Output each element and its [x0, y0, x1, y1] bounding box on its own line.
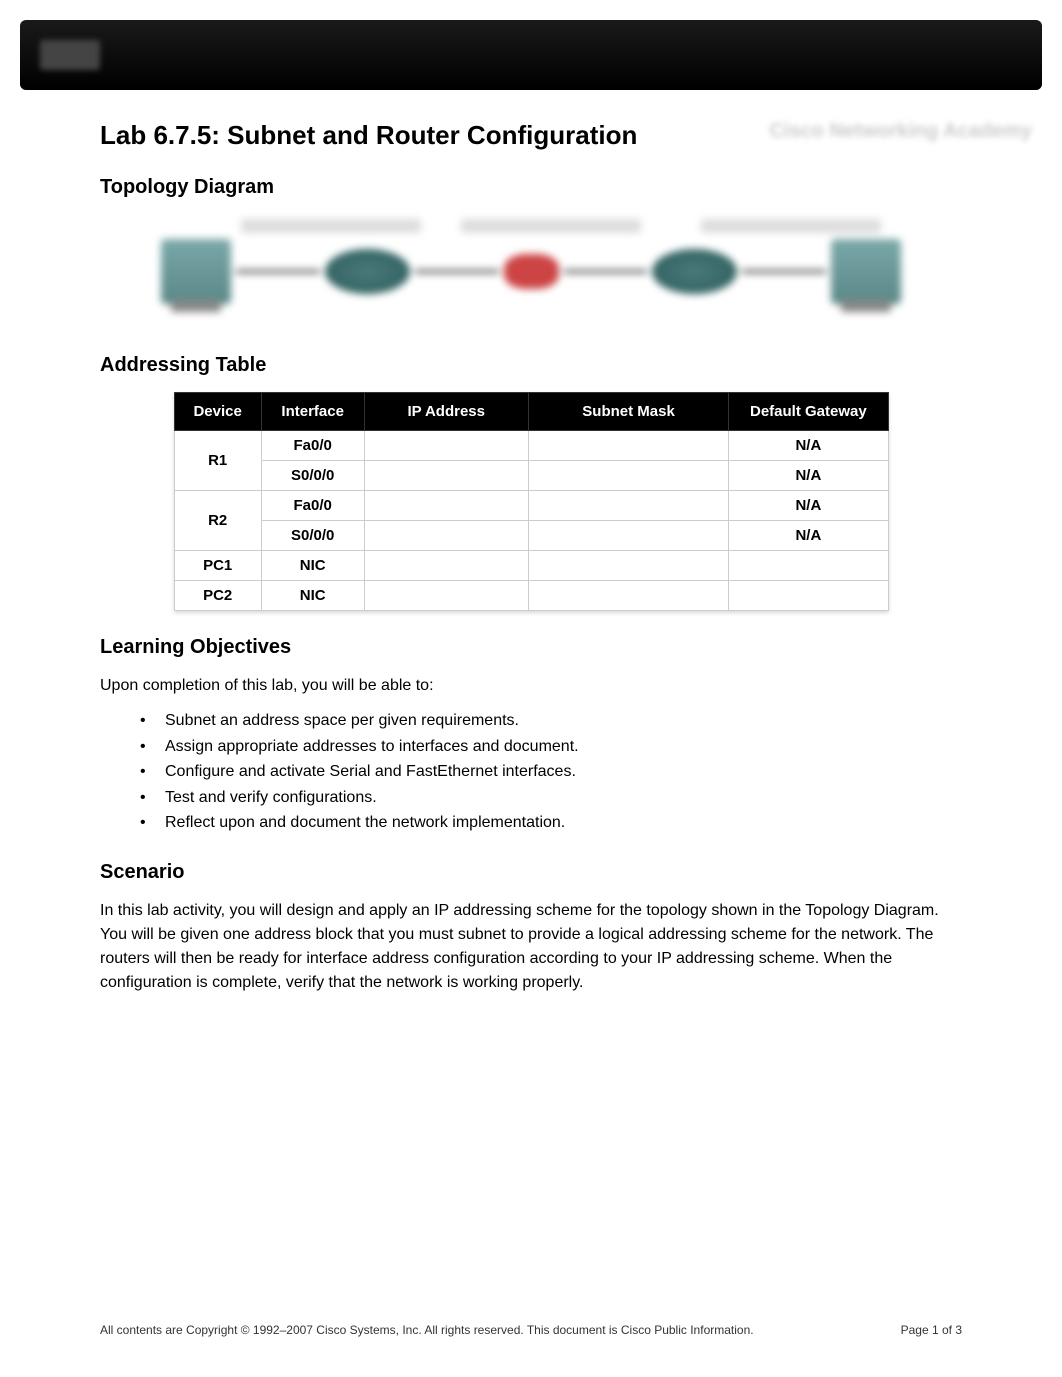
cell-device: R1 — [174, 431, 261, 491]
topology-diagram-container — [100, 214, 962, 329]
col-header-gateway: Default Gateway — [729, 393, 888, 431]
addressing-table: Device Interface IP Address Subnet Mask … — [174, 392, 889, 611]
cell-interface: S0/0/0 — [261, 461, 364, 491]
col-header-ip: IP Address — [364, 393, 528, 431]
cell-interface: NIC — [261, 581, 364, 611]
cell-gateway: N/A — [729, 491, 888, 521]
cell-ip — [364, 431, 528, 461]
cell-interface: Fa0/0 — [261, 491, 364, 521]
footer-copyright: All contents are Copyright © 1992–2007 C… — [100, 1323, 754, 1337]
footer: All contents are Copyright © 1992–2007 C… — [100, 1323, 962, 1337]
addressing-heading: Addressing Table — [100, 354, 962, 377]
objectives-heading: Learning Objectives — [100, 636, 962, 659]
cell-gateway: N/A — [729, 431, 888, 461]
list-item: Configure and activate Serial and FastEt… — [140, 759, 962, 785]
cell-device: PC1 — [174, 551, 261, 581]
col-header-interface: Interface — [261, 393, 364, 431]
cell-mask — [528, 521, 728, 551]
cell-mask — [528, 461, 728, 491]
pc-icon — [831, 239, 901, 304]
pc-icon — [161, 239, 231, 304]
link-line — [415, 270, 499, 273]
cell-device: PC2 — [174, 581, 261, 611]
link-line — [564, 270, 648, 273]
table-header-row: Device Interface IP Address Subnet Mask … — [174, 393, 888, 431]
watermark-text: Cisco Networking Academy — [769, 120, 1032, 143]
cell-ip — [364, 551, 528, 581]
topology-label — [461, 219, 641, 233]
cell-ip — [364, 521, 528, 551]
footer-page-number: Page 1 of 3 — [901, 1323, 962, 1337]
cell-device: R2 — [174, 491, 261, 551]
topology-heading: Topology Diagram — [100, 176, 962, 199]
cell-ip — [364, 491, 528, 521]
table-row: PC2 NIC — [174, 581, 888, 611]
cell-mask — [528, 581, 728, 611]
objectives-intro: Upon completion of this lab, you will be… — [100, 674, 962, 698]
topology-diagram — [161, 224, 901, 319]
cell-mask — [528, 491, 728, 521]
table-row: S0/0/0 N/A — [174, 521, 888, 551]
header-badge — [40, 40, 100, 70]
cell-mask — [528, 431, 728, 461]
cell-mask — [528, 551, 728, 581]
cell-gateway: N/A — [729, 461, 888, 491]
list-item: Subnet an address space per given requir… — [140, 708, 962, 734]
cell-interface: Fa0/0 — [261, 431, 364, 461]
cell-gateway — [729, 581, 888, 611]
link-line — [236, 270, 320, 273]
cell-ip — [364, 581, 528, 611]
table-row: S0/0/0 N/A — [174, 461, 888, 491]
objectives-list: Subnet an address space per given requir… — [100, 708, 962, 836]
list-item: Assign appropriate addresses to interfac… — [140, 734, 962, 760]
header-bar — [20, 20, 1042, 90]
router-icon — [325, 249, 410, 294]
list-item: Reflect upon and document the network im… — [140, 810, 962, 836]
list-item: Test and verify configurations. — [140, 785, 962, 811]
cell-ip — [364, 461, 528, 491]
topology-label — [241, 219, 421, 233]
table-row: R2 Fa0/0 N/A — [174, 491, 888, 521]
cell-gateway: N/A — [729, 521, 888, 551]
cell-interface: NIC — [261, 551, 364, 581]
router-icon — [652, 249, 737, 294]
document-page: Cisco Networking Academy Lab 6.7.5: Subn… — [0, 0, 1062, 1377]
content-area: Lab 6.7.5: Subnet and Router Configurati… — [20, 120, 1042, 995]
scenario-heading: Scenario — [100, 861, 962, 884]
topology-label — [701, 219, 881, 233]
table-row: PC1 NIC — [174, 551, 888, 581]
link-line — [742, 270, 826, 273]
cell-gateway — [729, 551, 888, 581]
col-header-mask: Subnet Mask — [528, 393, 728, 431]
col-header-device: Device — [174, 393, 261, 431]
cloud-icon — [504, 254, 559, 289]
scenario-text: In this lab activity, you will design an… — [100, 899, 962, 995]
table-row: R1 Fa0/0 N/A — [174, 431, 888, 461]
cell-interface: S0/0/0 — [261, 521, 364, 551]
